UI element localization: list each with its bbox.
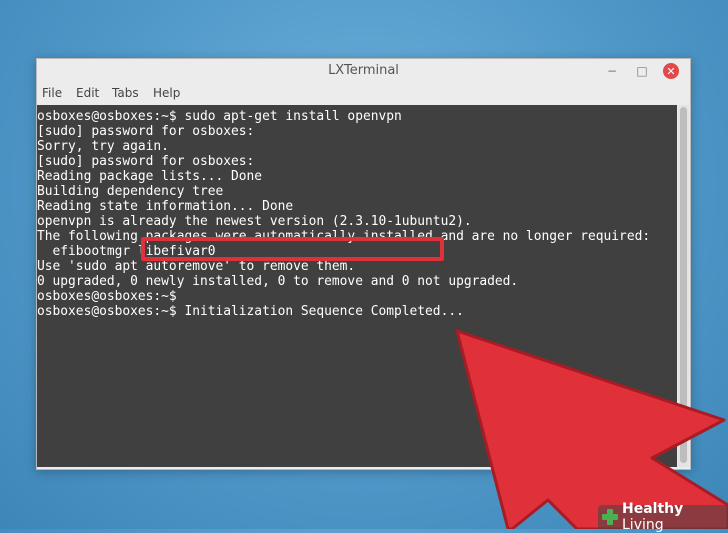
watermark-text: Healthy Living bbox=[622, 501, 728, 533]
watermark-brand-bold: Healthy bbox=[622, 501, 684, 517]
plus-logo-icon bbox=[600, 507, 620, 527]
watermark: Healthy Living bbox=[598, 501, 728, 533]
pointer-arrow-icon bbox=[455, 329, 728, 529]
watermark-brand-light: Living bbox=[622, 517, 664, 533]
